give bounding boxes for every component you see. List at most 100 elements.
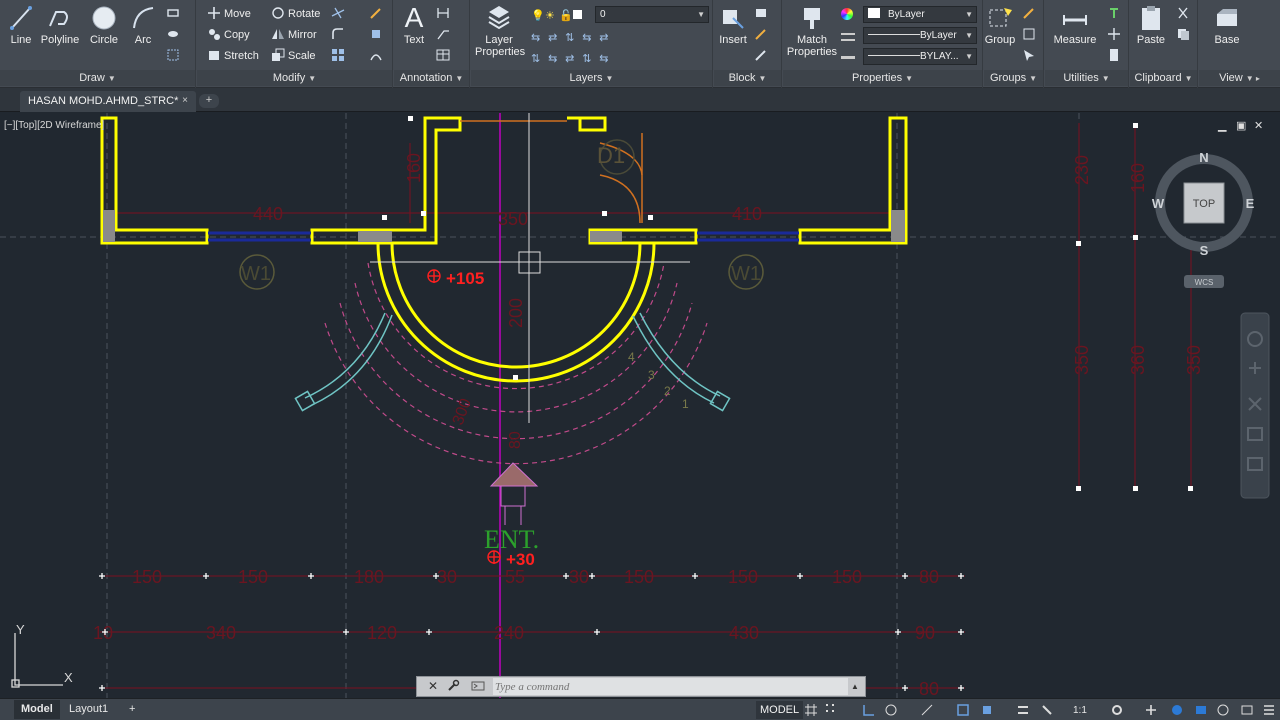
boundary-button[interactable] xyxy=(166,47,180,65)
layers-panel-title[interactable]: Layers ▼ xyxy=(471,70,712,86)
svg-text:410: 410 xyxy=(732,204,762,224)
trim-button[interactable] xyxy=(331,5,345,23)
offset-button[interactable] xyxy=(369,47,383,65)
groups-panel-title[interactable]: Groups ▼ xyxy=(984,70,1043,86)
document-tab-bar: HASAN MOHD.AHMD_STRC* × + xyxy=(0,88,1280,112)
mirror-button[interactable]: Mirror xyxy=(271,26,317,44)
layer-state-icons[interactable]: 💡☀ 🔓 xyxy=(531,4,587,22)
customization-menu-icon[interactable] xyxy=(1262,703,1276,717)
line-button[interactable]: Line xyxy=(4,4,38,46)
command-close-button[interactable]: ✕ xyxy=(425,678,441,695)
annotation-scale[interactable]: 1:1 xyxy=(1066,701,1094,720)
draw-panel-title[interactable]: Draw ▼ xyxy=(0,70,195,86)
viewport-controls-label[interactable]: [−][Top][2D Wireframe] xyxy=(4,120,104,131)
text-button[interactable]: A Text xyxy=(398,2,430,47)
command-history-button[interactable] xyxy=(467,678,489,695)
quick-select-button[interactable] xyxy=(1107,5,1121,23)
explode-button[interactable] xyxy=(369,26,383,44)
insert-button[interactable]: Insert xyxy=(716,4,750,46)
hatch-button[interactable] xyxy=(166,26,180,44)
navigation-bar[interactable] xyxy=(1240,312,1270,499)
id-point-button[interactable] xyxy=(1107,26,1121,44)
layer-tools-row-1[interactable]: ⇆ ⇄ ⇅ ⇆ ⇄ xyxy=(531,26,613,44)
rotate-button[interactable]: Rotate xyxy=(271,5,320,23)
polar-icon[interactable] xyxy=(884,703,898,717)
edit-block-button[interactable] xyxy=(754,26,768,44)
create-block-button[interactable] xyxy=(754,5,768,23)
object-snap-icon[interactable] xyxy=(956,703,970,717)
drawing-canvas[interactable]: D1 W1 W1 +105 +30 ENT. 4 3 2 1 440 350 4… xyxy=(0,113,1280,698)
layer-dropdown[interactable]: 0 ▼ xyxy=(595,6,709,23)
measure-button[interactable]: Measure xyxy=(1049,4,1101,46)
layout1-tab[interactable]: Layout1 xyxy=(62,700,115,719)
fillet-button[interactable] xyxy=(331,26,345,44)
viewport-restore-button[interactable]: ▣ xyxy=(1236,119,1246,132)
group-button[interactable]: Group xyxy=(984,4,1016,46)
gear-icon[interactable] xyxy=(1110,703,1124,717)
layer-tools-row-2[interactable]: ⇅ ⇆ ⇄ ⇅ ⇆ xyxy=(531,47,613,65)
erase-button[interactable] xyxy=(369,5,383,23)
color-dropdown[interactable]: ByLayer ▼ xyxy=(863,6,977,23)
block-panel-title[interactable]: Block ▼ xyxy=(714,70,781,86)
viewport-close-button[interactable]: ✕ xyxy=(1254,119,1263,132)
stretch-icon xyxy=(209,51,219,60)
view-panel-title[interactable]: View ▼ ▸ xyxy=(1199,70,1280,86)
scale-button[interactable]: Scale xyxy=(271,47,316,65)
svg-text:350: 350 xyxy=(498,209,528,229)
group-edit-button[interactable] xyxy=(1022,26,1036,44)
selection-cycling-icon[interactable] xyxy=(1040,703,1054,717)
utilities-panel-title[interactable]: Utilities ▼ xyxy=(1045,70,1128,86)
modify-panel-title[interactable]: Modify ▼ xyxy=(197,70,392,86)
model-space-button[interactable]: MODEL xyxy=(756,701,804,719)
dimension-button[interactable] xyxy=(436,5,450,23)
isodraft-icon[interactable] xyxy=(920,703,934,717)
new-tab-button[interactable]: + xyxy=(199,94,219,108)
paste-button[interactable]: Paste xyxy=(1134,4,1168,46)
cut-button[interactable] xyxy=(1176,5,1190,23)
leader-button[interactable] xyxy=(436,26,450,44)
base-button[interactable]: Base xyxy=(1207,4,1247,46)
hardware-acceleration-icon[interactable] xyxy=(1194,703,1208,717)
snap-icon[interactable] xyxy=(824,703,838,717)
properties-panel-title[interactable]: Properties ▼ xyxy=(783,70,982,86)
grid-icon[interactable] xyxy=(804,703,818,717)
snap-tracking-icon[interactable] xyxy=(980,703,994,717)
layer-properties-button[interactable]: Layer Properties xyxy=(475,4,525,58)
array-button[interactable] xyxy=(331,47,345,65)
linetype-dropdown[interactable]: ByLayer ▼ xyxy=(863,27,977,44)
match-properties-button[interactable]: Match Properties xyxy=(785,4,839,58)
lineweight-toggle-icon[interactable] xyxy=(1016,703,1030,717)
move-button[interactable]: Move xyxy=(207,5,251,23)
model-layout-tab[interactable]: Model xyxy=(14,700,60,719)
fullscreen-icon[interactable] xyxy=(1240,703,1254,717)
annotation-panel-title[interactable]: Annotation ▼ xyxy=(394,70,469,86)
ungroup-button[interactable] xyxy=(1022,5,1036,23)
add-layout-button[interactable]: + xyxy=(122,700,142,719)
document-tab[interactable]: HASAN MOHD.AHMD_STRC* × xyxy=(20,91,196,112)
viewport-minimize-button[interactable]: ▁ xyxy=(1218,119,1226,132)
circle-button[interactable]: Circle xyxy=(86,4,122,46)
calculator-button[interactable] xyxy=(1107,47,1121,65)
polyline-button[interactable]: Polyline xyxy=(38,4,82,46)
ortho-icon[interactable] xyxy=(862,703,876,717)
close-tab-button[interactable]: × xyxy=(182,91,188,111)
group-select-button[interactable] xyxy=(1022,47,1036,65)
clean-screen-icon[interactable] xyxy=(1216,703,1230,717)
table-button[interactable] xyxy=(436,47,450,65)
viewcube[interactable]: TOP N S E W WCS xyxy=(1152,150,1255,288)
floor-plan-drawing[interactable]: D1 W1 W1 +105 +30 ENT. 4 3 2 1 440 350 4… xyxy=(0,113,1280,698)
command-input[interactable] xyxy=(493,678,848,695)
lineweight-dropdown[interactable]: BYLAY... ▼ xyxy=(863,48,977,65)
copy-clip-button[interactable] xyxy=(1176,26,1190,44)
plus-icon[interactable] xyxy=(1144,703,1158,717)
arc-button[interactable]: Arc xyxy=(126,4,160,46)
command-expand-button[interactable]: ▲ xyxy=(847,678,863,695)
attribute-button[interactable] xyxy=(754,47,768,65)
clipboard-panel-title[interactable]: Clipboard ▼ xyxy=(1130,70,1197,86)
rectangle-button[interactable] xyxy=(166,5,180,23)
stretch-button[interactable]: Stretch xyxy=(207,47,259,65)
command-customize-button[interactable] xyxy=(445,678,461,695)
isolate-icon[interactable] xyxy=(1170,703,1184,717)
text-icon: A xyxy=(404,2,424,33)
copy-button[interactable]: Copy xyxy=(207,26,250,44)
